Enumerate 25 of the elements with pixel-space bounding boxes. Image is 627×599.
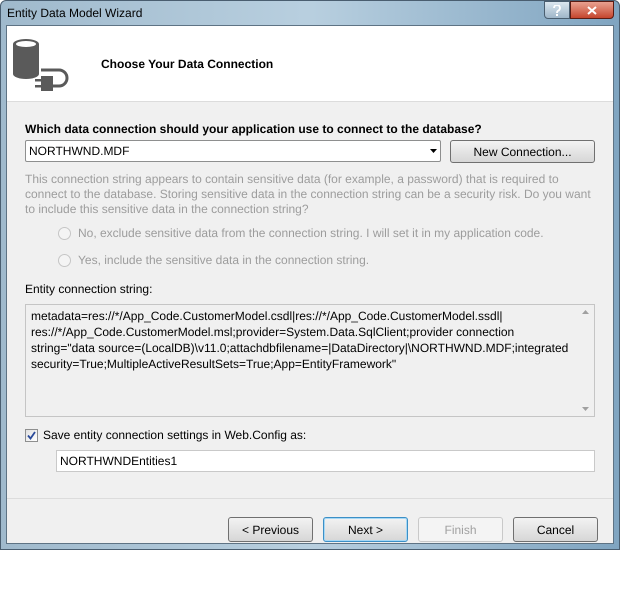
new-connection-button[interactable]: New Connection... — [450, 140, 595, 163]
checkbox-label: Save entity connection settings in Web.Config as: — [43, 427, 306, 444]
sensitive-data-notice: This connection string appears to contain sensitive data (for example, a password) that is required to connect to the database. Storing sensitive data in the connection string can be a security risk. Do you want to include this sensitive data in the connection string? — [25, 172, 592, 217]
connection-string-box[interactable] — [25, 304, 595, 417]
radio-label: Yes, include the sensitive data in the connection string. — [78, 252, 370, 269]
entities-name-field[interactable]: NORTHWNDEntities1 — [56, 450, 595, 472]
dropdown-value: NORTHWND.MDF — [29, 143, 130, 160]
window-title: Entity Data Model Wizard — [6, 5, 142, 22]
page-heading: Choose Your Data Connection — [101, 56, 274, 72]
radio-label: No, exclude sensitive data from the connection string. I will set it in my application code. — [78, 225, 544, 242]
close-button[interactable] — [570, 1, 614, 19]
wizard-button[interactable]: Next > — [323, 517, 408, 542]
close-icon — [587, 6, 597, 14]
scroll-down-icon — [582, 407, 589, 411]
entity-connection-label: Entity connection string: — [25, 281, 154, 298]
wizard-button[interactable]: < Previous — [228, 517, 313, 542]
help-button[interactable] — [544, 1, 570, 19]
connection-string-text: metadata=res://*/App_Code.CustomerModel.csdl|res://*/App_Code.CustomerModel.ssdl|res://*/App_Code.CustomerModel.msl;provider=System.Data.SqlClient;provider connection string="data source=(LocalDB)\v11.0;attachdbfilename=|DataDirectory|\NORTHWND.MDF;integrated security=True;MultipleActiveResultSets=True;App=EntityFramework" — [30, 308, 570, 373]
connection-dropdown[interactable]: NORTHWND.MDF — [25, 140, 442, 162]
checkbox[interactable] — [25, 428, 38, 442]
scroll-up-icon — [582, 310, 589, 314]
wizard-button[interactable]: Cancel — [513, 517, 598, 542]
question-label: Which data connection should your application use to connect to the database? — [25, 121, 483, 136]
help-icon — [553, 4, 561, 16]
dropdown-arrow-icon — [430, 149, 438, 153]
